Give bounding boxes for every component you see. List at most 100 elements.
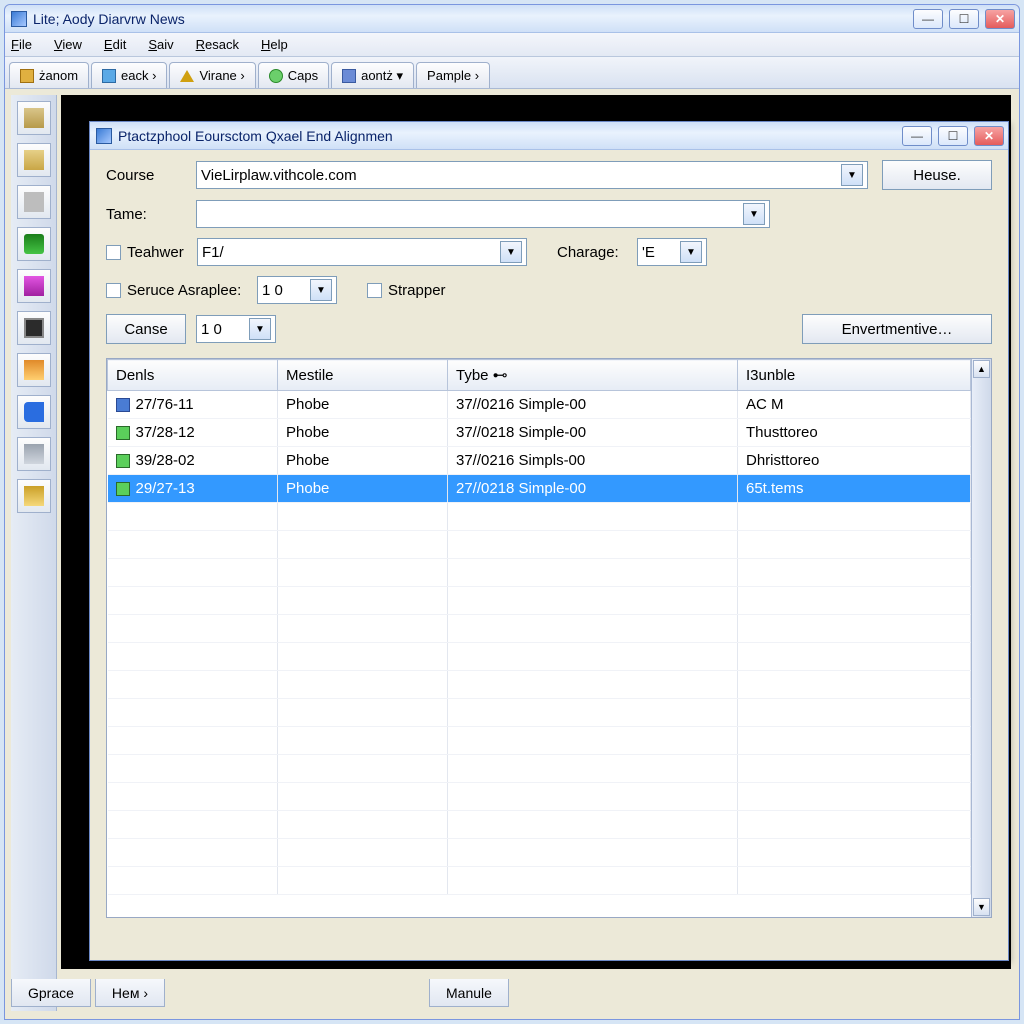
chevron-down-icon[interactable]: ▼ <box>743 203 765 225</box>
tool-button-6[interactable] <box>17 311 51 345</box>
menu-edit[interactable]: Edit <box>104 37 126 52</box>
strapper-checkbox[interactable] <box>367 283 382 298</box>
course-label: Course <box>106 167 196 184</box>
main-title: Lite; Aody Diarvrw News <box>33 11 913 27</box>
tame-label: Tame: <box>106 206 196 223</box>
strapper-label: Strapper <box>388 282 446 299</box>
row-status-icon <box>116 426 130 440</box>
bottom-tab-manule[interactable]: Manule <box>429 979 509 1007</box>
tab-eack[interactable]: eack › <box>91 62 167 88</box>
canse-combo[interactable]: 1 0 ▼ <box>196 315 276 343</box>
tab-label: Virane › <box>199 68 244 83</box>
tool-button-5[interactable] <box>17 269 51 303</box>
main-minimize-button[interactable]: — <box>913 9 943 29</box>
table-row-empty <box>108 671 971 699</box>
tab-aontz[interactable]: aontż ▾ <box>331 62 414 88</box>
heuse-button[interactable]: Heuse. <box>882 160 992 190</box>
data-table: Denls Mestile Tybe ⊷ I3unble 27/76-11Pho… <box>107 359 971 895</box>
table-row[interactable]: 27/76-11Phobe37//0216 Simple-00AC M <box>108 391 971 419</box>
tool-button-8[interactable] <box>17 395 51 429</box>
menubar: File View Edit Saiv Resack Help <box>5 33 1019 57</box>
menu-resack[interactable]: Resack <box>196 37 239 52</box>
table-row-empty <box>108 839 971 867</box>
tab-virane[interactable]: Virane › <box>169 62 255 88</box>
table-header-row: Denls Mestile Tybe ⊷ I3unble <box>108 360 971 391</box>
table-row-empty <box>108 755 971 783</box>
chevron-down-icon[interactable]: ▼ <box>680 241 702 263</box>
col-bunble[interactable]: I3unble <box>738 360 971 391</box>
seruce-value: 1 0 <box>262 282 310 299</box>
table-row-empty <box>108 867 971 895</box>
tool-button-3[interactable] <box>17 185 51 219</box>
dialog-minimize-button[interactable]: — <box>902 126 932 146</box>
teahwer-combo[interactable]: F1/ ▼ <box>197 238 527 266</box>
charage-value: 'E <box>642 244 680 261</box>
chevron-down-icon[interactable]: ▼ <box>310 279 332 301</box>
bottom-tab-hem[interactable]: Hем › <box>95 979 165 1007</box>
main-maximize-button[interactable]: ☐ <box>949 9 979 29</box>
data-grid: Denls Mestile Tybe ⊷ I3unble 27/76-11Pho… <box>106 358 992 918</box>
course-combo[interactable]: VieLirplaw.vithcole.com ▼ <box>196 161 868 189</box>
main-titlebar: Lite; Aody Diarvrw News — ☐ ✕ <box>5 5 1019 33</box>
tame-combo[interactable]: ▼ <box>196 200 770 228</box>
menu-help[interactable]: Help <box>261 37 288 52</box>
table-row-empty <box>108 727 971 755</box>
course-value: VieLirplaw.vithcole.com <box>201 167 841 184</box>
table-row-empty <box>108 811 971 839</box>
scroll-up-icon[interactable]: ▲ <box>973 360 990 378</box>
row-status-icon <box>116 398 130 412</box>
chevron-down-icon[interactable]: ▼ <box>500 241 522 263</box>
seruce-combo[interactable]: 1 0 ▼ <box>257 276 337 304</box>
tab-label: żanom <box>39 68 78 83</box>
app-icon <box>11 11 27 27</box>
scroll-down-icon[interactable]: ▼ <box>973 898 990 916</box>
left-toolbar <box>11 95 57 1011</box>
table-row[interactable]: 39/28-02Phobe37//0216 Simpls-00Dhristtor… <box>108 447 971 475</box>
menu-saiv[interactable]: Saiv <box>148 37 173 52</box>
charage-combo[interactable]: 'E ▼ <box>637 238 707 266</box>
envertmentive-button[interactable]: Envertmentive… <box>802 314 992 344</box>
teahwer-checkbox[interactable] <box>106 245 121 260</box>
tool-button-10[interactable] <box>17 479 51 513</box>
dialog-maximize-button[interactable]: ☐ <box>938 126 968 146</box>
dialog-icon <box>96 128 112 144</box>
charage-label: Charage: <box>557 244 637 261</box>
main-close-button[interactable]: ✕ <box>985 9 1015 29</box>
canse-value: 1 0 <box>201 321 249 338</box>
dialog-titlebar: Ptactzphool Eoursctom Qxael End Alignmen… <box>90 122 1008 150</box>
tab-label: Caps <box>288 68 318 83</box>
main-window: Lite; Aody Diarvrw News — ☐ ✕ File View … <box>4 4 1020 1020</box>
col-mestile[interactable]: Mestile <box>278 360 448 391</box>
table-row[interactable]: 37/28-12Phobe37//0218 Simple-00Thusttore… <box>108 419 971 447</box>
table-row-empty <box>108 783 971 811</box>
chevron-down-icon[interactable]: ▼ <box>249 318 271 340</box>
tab-pample[interactable]: Pample › <box>416 62 490 88</box>
chevron-down-icon[interactable]: ▼ <box>841 164 863 186</box>
tab-caps[interactable]: Caps <box>258 62 329 88</box>
bottom-tabstrip: Gprace Hем › Manule <box>11 979 1011 1013</box>
table-row-empty <box>108 587 971 615</box>
col-denls[interactable]: Denls <box>108 360 278 391</box>
menu-file[interactable]: File <box>11 37 32 52</box>
tab-label: aontż ▾ <box>361 68 403 84</box>
dialog-close-button[interactable]: ✕ <box>974 126 1004 146</box>
table-row-empty <box>108 699 971 727</box>
seruce-label: Seruce Asraplee: <box>127 282 257 299</box>
vertical-scrollbar[interactable]: ▲ ▼ <box>971 359 991 917</box>
bottom-tab-gprace[interactable]: Gprace <box>11 979 91 1007</box>
tabstrip: żanom eack › Virane › Caps aontż ▾ Pampl… <box>5 57 1019 89</box>
seruce-checkbox[interactable] <box>106 283 121 298</box>
canse-button[interactable]: Canse <box>106 314 186 344</box>
tab-label: eack › <box>121 68 156 83</box>
tool-button-4[interactable] <box>17 227 51 261</box>
tool-button-1[interactable] <box>17 101 51 135</box>
dialog-window: Ptactzphool Eoursctom Qxael End Alignmen… <box>89 121 1009 961</box>
tool-button-7[interactable] <box>17 353 51 387</box>
menu-view[interactable]: View <box>54 37 82 52</box>
col-tybe[interactable]: Tybe ⊷ <box>448 360 738 391</box>
teahwer-label: Teahwer <box>127 244 197 261</box>
table-row[interactable]: 29/27-13Phobe27//0218 Simple-0065t.tems <box>108 475 971 503</box>
tab-zanom[interactable]: żanom <box>9 62 89 88</box>
tool-button-2[interactable] <box>17 143 51 177</box>
tool-button-9[interactable] <box>17 437 51 471</box>
